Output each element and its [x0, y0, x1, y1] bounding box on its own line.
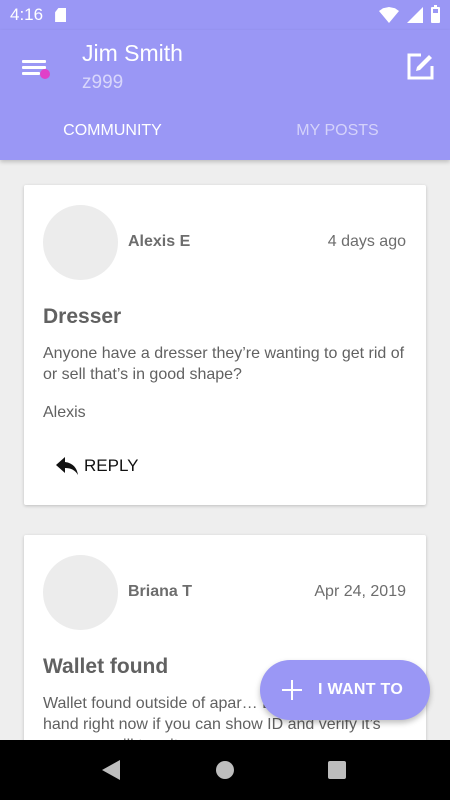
- avatar: [43, 205, 118, 280]
- tab-my-posts[interactable]: MY POSTS: [225, 114, 450, 160]
- app-bar: Jim Smith z999 COMMUNITY MY POSTS: [0, 30, 450, 160]
- user-name: Jim Smith: [82, 40, 183, 66]
- avatar: [43, 555, 118, 630]
- edit-icon[interactable]: [404, 50, 436, 82]
- menu-line: [22, 72, 40, 75]
- post-title: Dresser: [43, 305, 122, 328]
- post-date: Apr 24, 2019: [314, 583, 406, 600]
- post-author: Alexis E: [128, 233, 191, 250]
- post-title: Wallet found: [43, 655, 169, 678]
- wifi-icon: [379, 7, 399, 23]
- navigation-bar: [0, 740, 450, 800]
- reply-button[interactable]: REPLY: [56, 453, 139, 479]
- home-icon[interactable]: [216, 761, 234, 779]
- recent-apps-icon[interactable]: [328, 761, 346, 779]
- menu-line: [22, 60, 46, 63]
- post-signature: Alexis: [43, 404, 86, 421]
- status-bar: 4:16: [0, 0, 450, 30]
- i-want-to-button[interactable]: I WANT TO: [260, 660, 430, 720]
- fab-label: I WANT TO: [318, 681, 404, 698]
- signal-icon: [407, 7, 423, 23]
- post-body: Anyone have a dresser they’re wanting to…: [43, 345, 405, 383]
- post-author: Briana T: [128, 583, 193, 600]
- notification-dot: [40, 69, 50, 79]
- menu-line: [22, 66, 46, 69]
- plus-icon: [282, 680, 302, 700]
- post-card[interactable]: Briana T Apr 24, 2019 Wallet found Walle…: [24, 535, 426, 765]
- status-time: 4:16: [10, 5, 44, 24]
- reply-icon: [56, 457, 78, 475]
- user-id: z999: [82, 72, 124, 93]
- post-card[interactable]: Alexis E 4 days ago Dresser Anyone have …: [24, 185, 426, 505]
- tab-community[interactable]: COMMUNITY: [0, 114, 225, 160]
- menu-icon[interactable]: [22, 57, 52, 83]
- tab-bar: COMMUNITY MY POSTS: [0, 114, 450, 160]
- sd-card-icon: [55, 8, 67, 22]
- status-icons: [379, 5, 440, 23]
- post-date: 4 days ago: [327, 233, 406, 250]
- reply-label: REPLY: [84, 456, 139, 475]
- battery-icon: [431, 5, 440, 23]
- back-icon[interactable]: [102, 760, 120, 780]
